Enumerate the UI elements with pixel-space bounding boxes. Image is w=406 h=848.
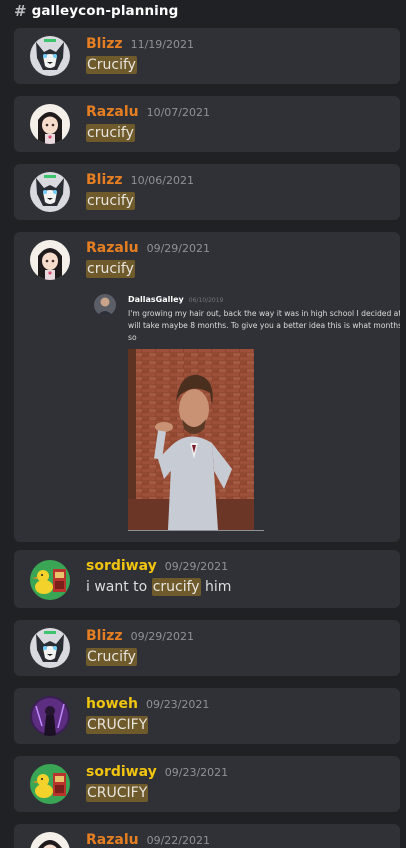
- message-content: CRUCIFY: [86, 716, 149, 734]
- message-content: Crucify: [86, 648, 137, 666]
- author-name[interactable]: sordiway: [86, 558, 157, 574]
- author-name[interactable]: sordiway: [86, 764, 157, 780]
- channel-header: # galleycon-planning: [0, 0, 406, 22]
- message-timestamp: 09/29/2021: [146, 242, 210, 255]
- message-timestamp: 09/29/2021: [164, 560, 229, 573]
- message-content: i want to crucify him: [86, 578, 232, 596]
- search-result[interactable]: Razalu 10/07/2021 crucify: [14, 96, 400, 152]
- message-content: crucify: [86, 124, 135, 142]
- message-timestamp: 09/23/2021: [145, 698, 210, 711]
- wolf-avatar[interactable]: [30, 172, 70, 212]
- anime-girl-avatar[interactable]: [30, 240, 70, 280]
- message-content: crucify: [86, 260, 135, 278]
- author-name[interactable]: Blizz: [86, 628, 123, 644]
- search-result[interactable]: Blizz 10/06/2021 crucify: [14, 164, 400, 220]
- attached-photo[interactable]: [128, 349, 254, 530]
- author-name[interactable]: Razalu: [86, 240, 139, 256]
- wolf-avatar[interactable]: [30, 36, 70, 76]
- quoted-timestamp: 06/10/2019: [188, 297, 224, 304]
- message-timestamp: 09/22/2021: [146, 834, 210, 847]
- quoted-author-avatar[interactable]: [94, 294, 116, 316]
- duck-avatar[interactable]: [30, 764, 70, 804]
- purple-figure-avatar[interactable]: [30, 696, 70, 736]
- quoted-message-text: I'm growing my hair out, back the way it…: [128, 309, 400, 342]
- embedded-message[interactable]: DallasGalley 06/10/2019 I'm growing my ha…: [94, 294, 400, 532]
- search-highlight: crucify: [86, 260, 135, 278]
- search-result[interactable]: sordiway 09/23/2021 CRUCIFY: [14, 756, 400, 812]
- search-highlight: CRUCIFY: [86, 784, 149, 802]
- author-name[interactable]: Razalu: [86, 832, 139, 848]
- message-timestamp: 10/06/2021: [130, 174, 194, 187]
- image-divider: [128, 530, 264, 531]
- message-timestamp: 09/29/2021: [130, 630, 194, 643]
- search-highlight: crucify: [86, 192, 135, 210]
- quoted-author-name[interactable]: DallasGalley: [128, 295, 184, 304]
- anime-girl-avatar[interactable]: [30, 832, 70, 848]
- channel-name[interactable]: galleycon-planning: [32, 3, 179, 19]
- search-result[interactable]: Blizz 11/19/2021 Crucify: [14, 28, 400, 84]
- search-highlight: CRUCIFY: [86, 716, 149, 734]
- search-result[interactable]: sordiway 09/29/2021 i want to crucify hi…: [14, 550, 400, 608]
- author-name[interactable]: Blizz: [86, 36, 123, 52]
- search-highlight: Crucify: [86, 56, 137, 74]
- message-timestamp: 09/23/2021: [164, 766, 229, 779]
- author-name[interactable]: howeh: [86, 696, 138, 712]
- search-result[interactable]: howeh 09/23/2021 CRUCIFY: [14, 688, 400, 744]
- message-content: crucify: [86, 192, 135, 210]
- author-name[interactable]: Razalu: [86, 104, 139, 120]
- search-result[interactable]: Razalu 09/29/2021 crucify DallasGalley 06…: [14, 232, 400, 542]
- author-name[interactable]: Blizz: [86, 172, 123, 188]
- message-content: Crucify: [86, 56, 137, 74]
- duck-avatar[interactable]: [30, 560, 70, 600]
- search-result[interactable]: Blizz 09/29/2021 Crucify: [14, 620, 400, 676]
- message-content: CRUCIFY: [86, 784, 149, 802]
- message-timestamp: 10/07/2021: [146, 106, 210, 119]
- anime-girl-avatar[interactable]: [30, 104, 70, 144]
- message-timestamp: 11/19/2021: [130, 38, 194, 51]
- hash-icon: #: [14, 2, 27, 20]
- search-highlight: Crucify: [86, 648, 137, 666]
- wolf-avatar[interactable]: [30, 628, 70, 668]
- search-highlight: crucify: [86, 124, 135, 142]
- search-highlight: crucify: [151, 578, 201, 596]
- search-result[interactable]: Razalu 09/22/2021: [14, 824, 400, 848]
